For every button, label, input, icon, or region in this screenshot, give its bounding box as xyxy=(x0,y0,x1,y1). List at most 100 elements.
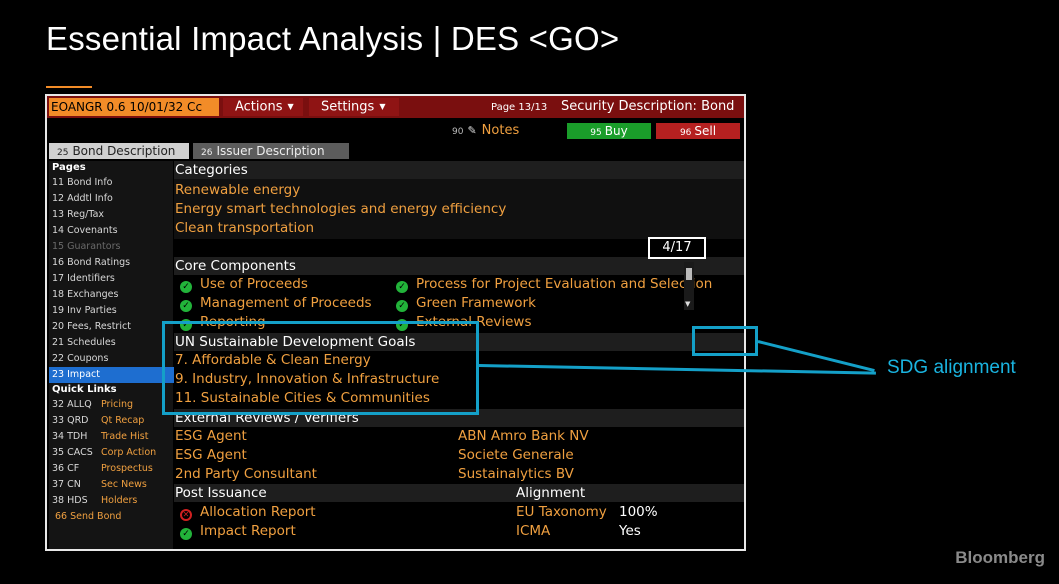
sidebar-quick-links-header: Quick Links xyxy=(52,384,117,395)
quick-link-label: Sec News xyxy=(101,479,147,490)
quick-link-code: 32 ALLQ xyxy=(52,399,92,410)
counter-highlight-box xyxy=(692,326,758,356)
tab-bond-description[interactable]: 25 Bond Description xyxy=(49,143,189,159)
core-label: Use of Proceeds xyxy=(200,276,308,292)
notes-button[interactable]: 90 ✎ Notes xyxy=(452,123,519,138)
notes-key: 90 xyxy=(452,127,464,137)
allocation-report-label: Allocation Report xyxy=(200,504,316,520)
quick-link-cn[interactable]: 37 CN Sec News xyxy=(49,477,173,493)
impact-report-label: Impact Report xyxy=(200,523,296,539)
quick-link-label: Corp Action xyxy=(101,447,157,458)
core-item: ✓ Use of Proceeds xyxy=(180,275,308,293)
core-label: Management of Proceeds xyxy=(200,295,372,311)
core-item: ✓ Process for Project Evaluation and Sele… xyxy=(396,275,712,293)
core-item: ✓ Management of Proceeds xyxy=(180,294,372,312)
quick-link-label: Pricing xyxy=(101,399,134,410)
review-name: ABN Amro Bank NV xyxy=(458,428,589,444)
sell-button[interactable]: 96 Sell xyxy=(656,123,740,139)
category-item: Renewable energy xyxy=(175,182,301,198)
alignment-value: Yes xyxy=(619,523,641,539)
bloomberg-logo: Bloomberg xyxy=(955,548,1045,567)
sidebar-item-impact[interactable]: 23 Impact xyxy=(49,367,175,383)
alignment-value: 100% xyxy=(619,504,658,520)
category-item: Energy smart technologies and energy eff… xyxy=(175,201,507,217)
sidebar-item-inv-parties[interactable]: 19 Inv Parties xyxy=(49,303,173,319)
quick-link-label: Trade Hist xyxy=(101,431,149,442)
security-description-title: Security Description: Bond xyxy=(561,99,735,114)
sidebar-item-bond-ratings[interactable]: 16 Bond Ratings xyxy=(49,255,173,271)
quick-link-label: Qt Recap xyxy=(101,415,145,426)
review-name: Sustainalytics BV xyxy=(458,466,574,482)
post-issuance-title: Post Issuance xyxy=(175,485,267,501)
sidebar-item-addtl-info[interactable]: 12 Addtl Info xyxy=(49,191,173,207)
sidebar-item-exchanges[interactable]: 18 Exchanges xyxy=(49,287,173,303)
scroll-down-arrow-icon[interactable]: ▼ xyxy=(685,300,690,308)
quick-link-cf[interactable]: 36 CF Prospectus xyxy=(49,461,173,477)
sidebar: Pages 11 Bond Info 12 Addtl Info 13 Reg/… xyxy=(49,161,175,549)
category-item: Clean transportation xyxy=(175,220,315,236)
page-indicator: Page 13/13 xyxy=(491,102,548,113)
tab-key: 26 xyxy=(201,148,213,158)
buy-label: Buy xyxy=(604,124,628,138)
quick-link-tdh[interactable]: 34 TDH Trade Hist xyxy=(49,429,173,445)
core-label: Process for Project Evaluation and Selec… xyxy=(416,276,713,292)
callout-line-upper xyxy=(757,340,875,372)
slide-title: Essential Impact Analysis | DES <GO> xyxy=(46,20,620,57)
core-label: Green Framework xyxy=(416,295,536,311)
quick-link-code: 36 CF xyxy=(52,463,80,474)
settings-menu[interactable]: Settings ▼ xyxy=(309,98,399,116)
quick-link-label: Holders xyxy=(101,495,138,506)
sidebar-item-schedules[interactable]: 21 Schedules xyxy=(49,335,173,351)
post-issuance-header: Post Issuance xyxy=(174,484,744,502)
scroll-thumb[interactable] xyxy=(686,268,692,280)
allocation-report-row: ✕ Allocation Report xyxy=(180,503,316,521)
sidebar-item-identifiers[interactable]: 17 Identifiers xyxy=(49,271,173,287)
alignment-label: ICMA xyxy=(516,523,551,539)
quick-link-code: 38 HDS xyxy=(52,495,88,506)
actions-menu[interactable]: Actions ▼ xyxy=(223,98,303,116)
sidebar-item-reg-tax[interactable]: 13 Reg/Tax xyxy=(49,207,173,223)
sidebar-item-fees-restrict[interactable]: 20 Fees, Restrict xyxy=(49,319,173,335)
tab-issuer-description[interactable]: 26 Issuer Description xyxy=(193,143,349,159)
sidebar-item-coupons[interactable]: 22 Coupons xyxy=(49,351,173,367)
ticker-field[interactable]: EOANGR 0.6 10/01/32 Cc xyxy=(49,98,219,116)
tab-label: Issuer Description xyxy=(216,144,325,158)
core-components-header: Core Components xyxy=(174,257,744,275)
buy-button[interactable]: 95 Buy xyxy=(567,123,651,139)
review-role: 2nd Party Consultant xyxy=(175,466,317,482)
quick-link-code: 34 TDH xyxy=(52,431,88,442)
settings-label: Settings xyxy=(321,99,375,115)
check-icon: ✓ xyxy=(180,300,192,312)
sdg-highlight-box xyxy=(162,321,479,415)
actions-label: Actions xyxy=(235,99,283,115)
core-item: ✓ Green Framework xyxy=(396,294,536,312)
check-icon: ✓ xyxy=(396,300,408,312)
quick-link-code: 33 QRD xyxy=(52,415,89,426)
top-toolbar: EOANGR 0.6 10/01/32 Cc Actions ▼ Settings… xyxy=(47,96,744,118)
sdg-scrollbar[interactable]: ▼ xyxy=(684,262,694,310)
notes-label: Notes xyxy=(481,123,520,138)
quick-link-qrd[interactable]: 33 QRD Qt Recap xyxy=(49,413,173,429)
send-bond-link[interactable]: 66 Send Bond xyxy=(49,509,173,525)
quick-link-allq[interactable]: 32 ALLQ Pricing xyxy=(49,397,173,413)
title-underline xyxy=(46,86,92,88)
tab-label: Bond Description xyxy=(72,144,176,158)
caret-down-icon: ▼ xyxy=(287,102,294,111)
sell-key: 96 xyxy=(679,128,692,138)
action-row: 90 ✎ Notes 95 Buy 96 Sell xyxy=(47,119,744,141)
quick-link-cacs[interactable]: 35 CACS Corp Action xyxy=(49,445,173,461)
sell-label: Sell xyxy=(694,124,717,138)
review-role: ESG Agent xyxy=(175,447,247,463)
review-name: Societe Generale xyxy=(458,447,574,463)
caret-down-icon: ▼ xyxy=(379,102,386,111)
sidebar-item-covenants[interactable]: 14 Covenants xyxy=(49,223,173,239)
sdg-alignment-callout: SDG alignment xyxy=(887,357,1016,378)
check-icon: ✓ xyxy=(396,281,408,293)
sidebar-item-guarantors: 15 Guarantors xyxy=(52,241,121,252)
check-icon: ✓ xyxy=(180,281,192,293)
buy-key: 95 xyxy=(590,128,602,138)
sidebar-item-bond-info[interactable]: 11 Bond Info xyxy=(49,175,173,191)
tab-key: 25 xyxy=(57,148,69,158)
check-icon: ✓ xyxy=(180,528,192,540)
quick-link-hds[interactable]: 38 HDS Holders xyxy=(49,493,173,509)
